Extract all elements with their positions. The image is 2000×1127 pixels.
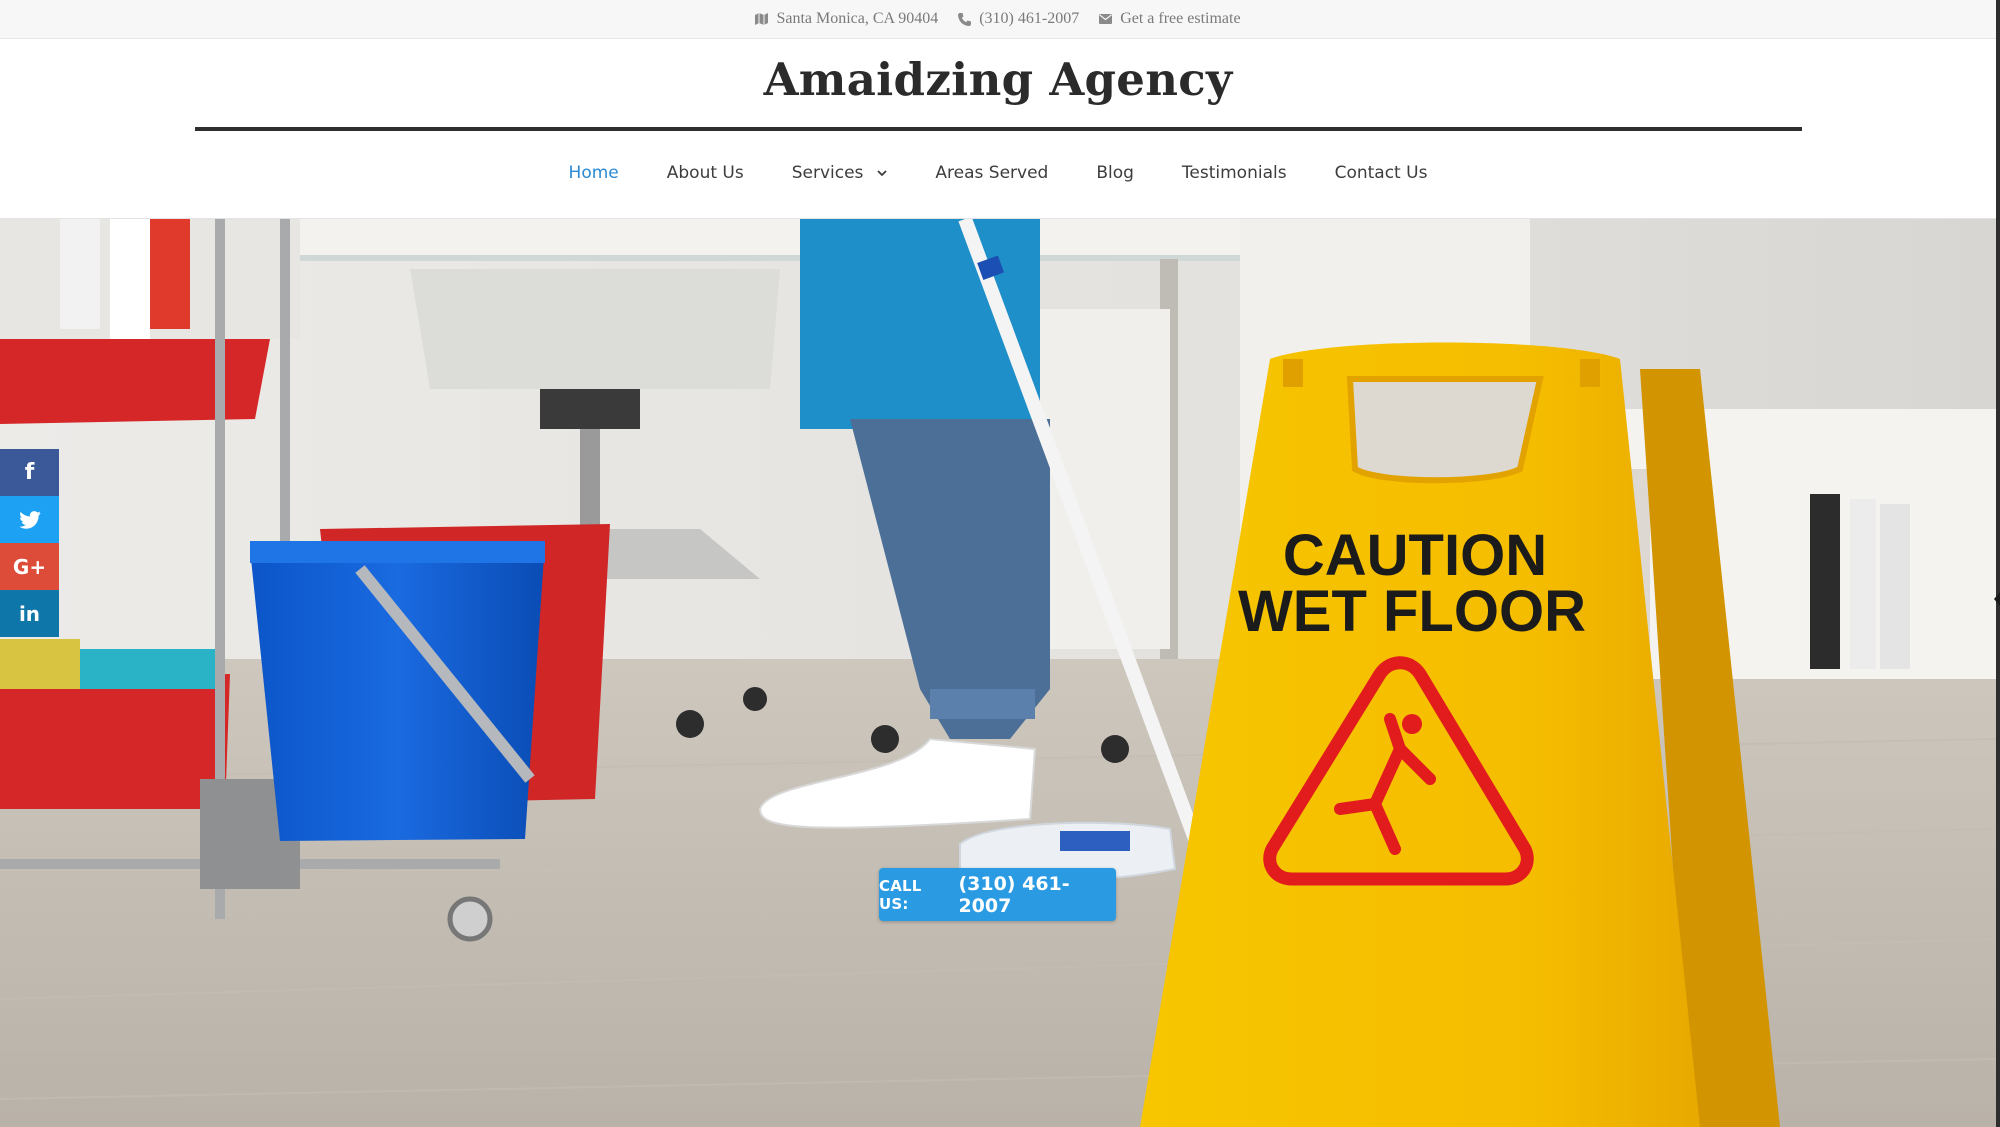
nav-item-home[interactable]: Home <box>569 163 619 183</box>
facebook-icon: f <box>24 460 35 485</box>
nav-label: Home <box>568 163 619 183</box>
cta-phone: (310) 461-2007 <box>958 872 1070 917</box>
hero-background-image: CAUTION WET FLOOR <box>0 219 1996 1127</box>
phone-link[interactable]: (310) 461-2007 <box>979 10 1079 28</box>
site-title[interactable]: Amaidzing Agency <box>0 53 1996 106</box>
title-divider <box>195 127 1802 131</box>
linkedin-icon: in <box>18 601 41 626</box>
cta-label: CALL US: <box>879 876 922 913</box>
hero-banner: CAUTION WET FLOOR CALL US: (310) 461-200… <box>0 219 1996 1127</box>
nav-label: Areas Served <box>935 163 1049 183</box>
nav-item-about-us[interactable]: About Us <box>667 163 744 183</box>
envelope-icon <box>1099 14 1113 24</box>
estimate-link[interactable]: Get a free estimate <box>1120 10 1240 28</box>
phone-item[interactable]: (310) 461-2007 <box>958 10 1079 28</box>
site-header: Amaidzing Agency Home About Us Services … <box>0 39 1996 219</box>
sign-line-2: WET FLOOR <box>1238 579 1586 644</box>
nav-label: Testimonials <box>1181 163 1287 183</box>
phone-icon <box>958 12 972 26</box>
nav-label: Services <box>791 163 864 183</box>
nav-item-testimonials[interactable]: Testimonials <box>1182 163 1287 183</box>
twitter-share-button[interactable] <box>0 496 59 543</box>
scrollbar-track[interactable] <box>1996 0 2000 1127</box>
nav-label: Blog <box>1096 163 1134 183</box>
nav-item-blog[interactable]: Blog <box>1096 163 1134 183</box>
top-info-bar: Santa Monica, CA 90404 (310) 461-2007 Ge… <box>0 0 1996 39</box>
call-us-button[interactable]: CALL US: (310) 461-2007 <box>879 868 1116 921</box>
chevron-down-icon[interactable] <box>877 169 888 177</box>
main-nav: Home About Us Services Areas Served Blog… <box>0 163 1996 183</box>
address-item: Santa Monica, CA 90404 <box>755 10 938 28</box>
estimate-item[interactable]: Get a free estimate <box>1099 10 1241 28</box>
nav-label: About Us <box>666 163 744 183</box>
nav-item-areas-served[interactable]: Areas Served <box>935 163 1048 183</box>
nav-item-contact-us[interactable]: Contact Us <box>1335 163 1428 183</box>
nav-item-services[interactable]: Services <box>792 163 888 183</box>
map-icon <box>755 13 769 25</box>
google-plus-icon: G+ <box>12 554 47 579</box>
linkedin-share-button[interactable]: in <box>0 590 59 637</box>
address-text: Santa Monica, CA 90404 <box>776 10 939 27</box>
facebook-share-button[interactable]: f <box>0 449 59 496</box>
twitter-icon <box>18 510 41 529</box>
social-share-rail: f G+ in <box>0 449 59 637</box>
google-plus-share-button[interactable]: G+ <box>0 543 59 590</box>
scrollbar-arrow-icon[interactable] <box>1994 592 2000 606</box>
nav-label: Contact Us <box>1334 163 1428 183</box>
